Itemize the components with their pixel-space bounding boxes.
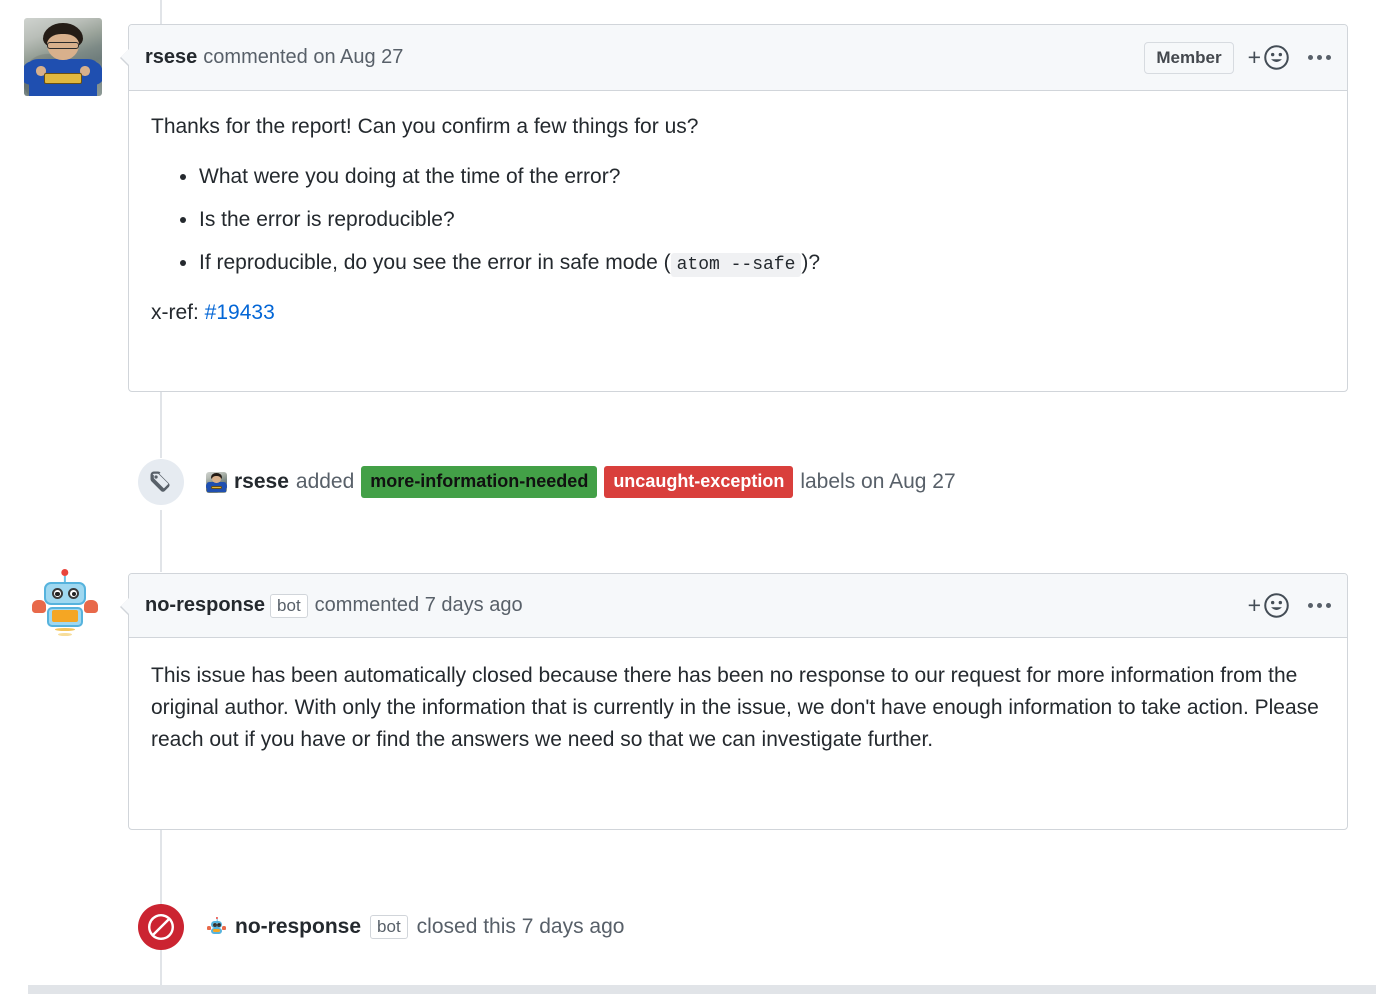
user-photo-avatar <box>24 18 102 96</box>
kebab-dot-3 <box>1326 603 1331 608</box>
event-verb: closed this 7 days ago <box>416 915 625 938</box>
comment-card-rsese: rsese commented on Aug 27 Member + Thank… <box>120 24 1348 392</box>
comment-header-actions: + <box>1248 592 1331 619</box>
add-reaction-button[interactable]: + <box>1248 44 1290 71</box>
plus-icon: + <box>1247 44 1261 70</box>
list-item: What were you doing at the time of the e… <box>199 161 1325 193</box>
event-actor[interactable]: rsese <box>234 470 289 494</box>
xref-issue-link[interactable]: #19433 <box>205 301 275 324</box>
label-chip-uncaught-exception[interactable]: uncaught-exception <box>604 466 794 498</box>
timeline-rail-4 <box>160 950 162 985</box>
comment-header: no-response bot commented 7 days ago + <box>120 574 1347 638</box>
comment-checklist: What were you doing at the time of the e… <box>151 161 1325 279</box>
comment-card-no-response: no-response bot commented 7 days ago + T… <box>120 573 1348 830</box>
kebab-dot-3 <box>1326 55 1331 60</box>
event-icon-badge <box>138 904 184 950</box>
kebab-dot-1 <box>1308 55 1313 60</box>
avatar[interactable] <box>28 566 102 640</box>
timeline-rail-2 <box>160 510 162 572</box>
kebab-dot-1 <box>1308 603 1313 608</box>
bot-badge: bot <box>370 915 408 939</box>
event-icon-badge <box>138 459 184 505</box>
avatar[interactable] <box>206 916 227 938</box>
safe-mode-suffix: )? <box>801 250 821 274</box>
issue-timeline: rsese commented on Aug 27 Member + Thank… <box>0 0 1376 1006</box>
author-association-badge: Member <box>1144 41 1234 74</box>
comment-author[interactable]: no-response <box>145 594 265 617</box>
timeline-rail-1 <box>160 392 162 458</box>
kebab-dot-2 <box>1317 55 1322 60</box>
callout-arrow-fill <box>121 598 129 614</box>
bot-message-paragraph: This issue has been automatically closed… <box>151 664 1319 751</box>
comment-body: Thanks for the report! Can you confirm a… <box>129 91 1347 351</box>
event-actor[interactable]: no-response <box>235 915 361 939</box>
smiley-icon <box>1264 593 1289 618</box>
timeline-event-closed: no-response bot closed this 7 days ago <box>138 904 624 950</box>
plus-icon: + <box>1247 592 1261 618</box>
label-chip-more-information-needed[interactable]: more-information-needed <box>361 466 598 498</box>
smiley-icon <box>1264 45 1289 70</box>
kebab-dot-2 <box>1317 603 1322 608</box>
timeline-rail-3 <box>160 830 162 904</box>
comment-header-actions: + <box>1248 44 1331 71</box>
comment-author[interactable]: rsese <box>145 46 197 69</box>
avatar[interactable] <box>206 471 227 493</box>
bot-badge: bot <box>270 593 308 618</box>
timeline-event-labeled: rsese added more-information-needed unca… <box>138 459 956 505</box>
xref-label: x-ref: <box>151 301 205 325</box>
event-text: no-response bot closed this 7 days ago <box>206 915 624 939</box>
event-suffix: labels on Aug 27 <box>800 470 956 493</box>
comment-timestamp[interactable]: commented 7 days ago <box>315 594 523 617</box>
list-item: If reproducible, do you see the error in… <box>199 247 1325 279</box>
timeline-rail-top <box>160 0 162 24</box>
callout-arrow-fill <box>121 49 129 65</box>
comment-menu-button[interactable] <box>1308 603 1331 608</box>
event-verb: added <box>295 470 355 493</box>
list-item: Is the error is reproducible? <box>199 204 1325 236</box>
robot-bot-avatar <box>206 916 227 938</box>
tag-icon <box>150 471 170 492</box>
circle-slash-icon <box>148 914 174 940</box>
comment-menu-button[interactable] <box>1308 55 1331 60</box>
section-divider <box>28 985 1376 994</box>
user-photo-avatar <box>206 471 227 493</box>
event-text: rsese added more-information-needed unca… <box>206 466 956 498</box>
comment-body: This issue has been automatically closed… <box>129 638 1347 778</box>
comment-header: rsese commented on Aug 27 Member + <box>120 25 1347 91</box>
xref-paragraph: x-ref: #19433 <box>151 297 1325 329</box>
add-reaction-button[interactable]: + <box>1248 592 1290 619</box>
safe-mode-code: atom --safe <box>670 252 802 277</box>
avatar[interactable] <box>24 18 102 96</box>
robot-bot-avatar <box>28 566 102 640</box>
comment-intro-paragraph: Thanks for the report! Can you confirm a… <box>151 115 699 138</box>
safe-mode-prefix: If reproducible, do you see the error in… <box>199 250 671 274</box>
comment-timestamp[interactable]: commented on Aug 27 <box>203 46 403 69</box>
